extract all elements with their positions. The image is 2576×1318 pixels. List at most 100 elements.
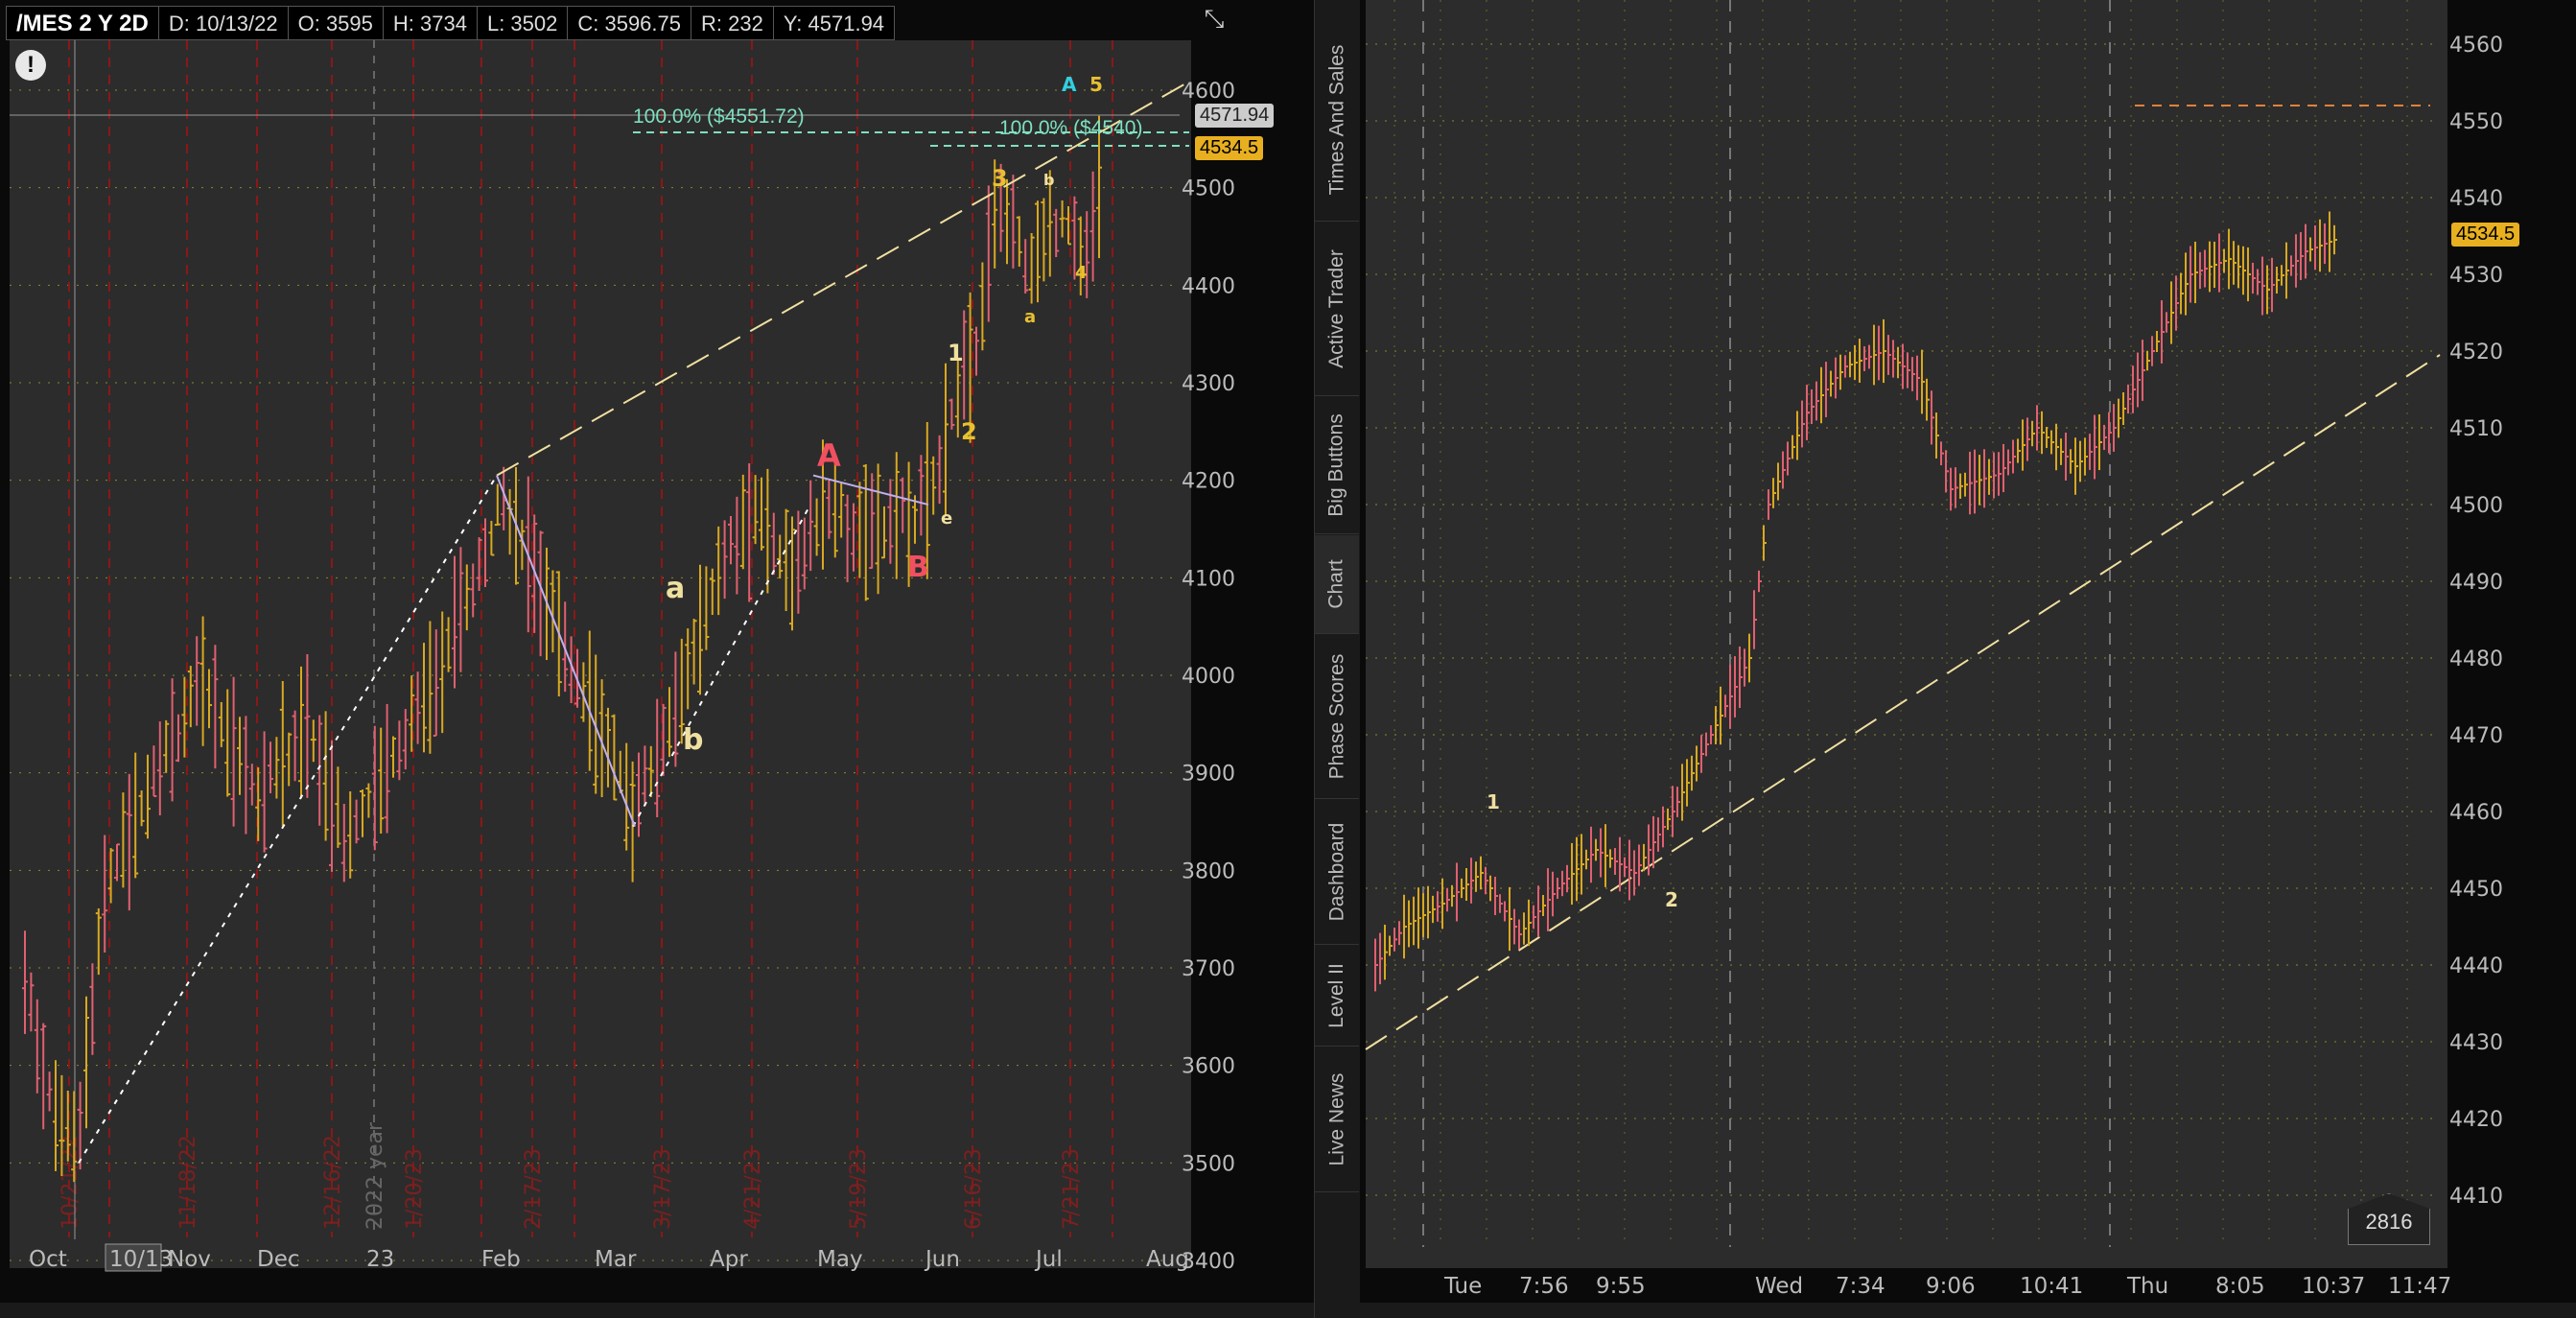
date-mark-label: 7/21/23 [1060,1148,1084,1230]
left-scrollbar[interactable] [0,1303,1314,1318]
right-price-axis-label: 4450 [2449,878,2503,902]
date-mark-label: 4/21/23 [741,1148,765,1230]
time-axis-label: Oct [29,1247,67,1272]
tab-level-ii[interactable]: Level II [1315,946,1359,1047]
right-price-axis-label: 4440 [2449,954,2503,978]
y-readout: Y: 4571.94 [773,6,896,40]
right-time-axis-label: 7:56 [1519,1274,1569,1299]
wave-label-b-big: b [683,723,704,757]
left-price-plot[interactable]: 4600 4500 4400 4300 4200 4100 4000 3900 3800 3700… [10,40,1235,1274]
alert-icon[interactable]: ! [15,50,46,81]
date-mark-label: 12/16/22 [321,1135,345,1230]
fib-label-2: 100.0% ($4540) [999,117,1143,139]
drawing-tools-icon[interactable]: ⤡ [1197,4,1231,38]
right-price-axis-label: 4470 [2449,724,2503,748]
open-readout: O: 3595 [288,6,384,40]
left-chart-panel: /MES 2 Y 2D D: 10/13/22 O: 3595 H: 3734 … [0,0,1314,1318]
date-mark-label: 6/16/23 [962,1148,986,1230]
price-axis-label: 3900 [1182,763,1235,787]
time-axis-label: Jun [924,1247,960,1272]
right-time-axis-label: 10:37 [2302,1274,2365,1299]
wave-label-3: 3 [992,165,1008,192]
right-time-axis-label: Wed [1755,1274,1803,1299]
symbol-label[interactable]: /MES 2 Y 2D [6,6,159,40]
tab-times-and-sales[interactable]: Times And Sales [1315,19,1359,222]
chart-header: /MES 2 Y 2D D: 10/13/22 O: 3595 H: 3734 … [6,6,896,40]
wave-label-b-small: b [1043,171,1055,189]
range-readout: R: 232 [691,6,774,40]
high-readout: H: 3734 [383,6,478,40]
last-price-tag: 4534.5 [1195,136,1264,160]
date-mark-label: 3/17/23 [651,1148,675,1230]
right-price-axis-label: 4560 [2449,34,2503,58]
tab-chart[interactable]: Chart [1315,535,1359,634]
price-axis-label: 4600 [1182,80,1235,104]
right-price-axis-label: 4540 [2449,187,2503,211]
right-price-plot[interactable]: 4560 4550 4540 4530 4520 4510 4500 4490 4480 4470… [1365,0,2503,1299]
tab-active-trader[interactable]: Active Trader [1315,223,1359,396]
side-tab-bar: Times And Sales Active Trader Big Button… [1314,0,1362,1318]
time-axis-label: Feb [481,1247,521,1272]
right-time-axis-label: Tue [1443,1274,1482,1299]
wave-label-a-big: a [666,572,686,605]
price-axis-label: 4300 [1182,372,1235,396]
wave-label-e: e [941,508,953,529]
price-axis-label: 4200 [1182,470,1235,494]
right-time-axis-label: Thu [2126,1274,2168,1299]
time-axis-label: Dec [257,1247,300,1272]
wave-label-A-top: A [1062,73,1077,96]
right-wave-label-2: 2 [1665,888,1678,911]
price-axis-label: 4400 [1182,274,1235,298]
low-readout: L: 3502 [477,6,569,40]
right-time-axis-label: 11:47 [2388,1274,2451,1299]
price-axis-label: 3500 [1182,1152,1235,1176]
tab-big-buttons[interactable]: Big Buttons [1315,397,1359,534]
tab-dashboard[interactable]: Dashboard [1315,800,1359,945]
time-axis-label: 23 [366,1247,394,1272]
wave-label-B-red: B [907,551,929,584]
cursor-price-tag: 4571.94 [1195,104,1275,128]
tab-live-news[interactable]: Live News [1315,1047,1359,1192]
right-wave-label-1: 1 [1487,790,1500,813]
right-price-axis-label: 4430 [2449,1031,2503,1055]
right-price-axis-label: 4550 [2449,110,2503,134]
right-price-axis-label: 4500 [2449,494,2503,518]
close-readout: C: 3596.75 [568,6,691,40]
right-chart-svg: 4560 4550 4540 4530 4520 4510 4500 4490 4480 4470… [1365,0,2503,1299]
right-last-price-tag: 4534.5 [2451,223,2520,247]
wave-label-2: 2 [961,418,977,445]
right-time-axis-label: 9:55 [1596,1274,1646,1299]
wave-line-flat [812,474,929,506]
time-axis-label: Aug [1146,1247,1189,1272]
time-axis-label: Mar [595,1247,637,1272]
right-time-axis-label: 10:41 [2020,1274,2083,1299]
wave-label-4: 4 [1075,263,1088,283]
date-readout: D: 10/13/22 [158,6,289,40]
year-label: 2022 year [363,1121,387,1230]
wave-label-a-small: a [1024,307,1037,327]
inner-channel-line [632,504,811,828]
wave-label-1: 1 [948,340,964,366]
right-trendline [1365,354,2441,1050]
time-axis-label: May [817,1247,863,1272]
wave-line-down [496,475,636,827]
date-mark-label: 11/18/22 [176,1135,200,1230]
price-axis-label: 4100 [1182,567,1235,591]
wave-label-5: 5 [1089,73,1103,96]
wave-label-A-red: A [817,437,841,474]
price-axis-label: 3800 [1182,859,1235,883]
left-chart-svg: 4600 4500 4400 4300 4200 4100 4000 3900 3800 3700… [10,40,1235,1274]
time-axis-label: Nov [168,1247,211,1272]
right-price-axis-label: 4410 [2449,1185,2503,1209]
date-mark-label: 2/17/23 [522,1148,546,1230]
tab-phase-scores[interactable]: Phase Scores [1315,635,1359,799]
date-mark-label: 1/20/23 [403,1148,427,1230]
right-price-axis-label: 4460 [2449,801,2503,825]
time-axis-label: Jul [1034,1247,1063,1272]
right-scrollbar[interactable] [1360,1303,2576,1318]
right-price-axis-label: 4510 [2449,417,2503,441]
price-axis-label: 4500 [1182,177,1235,201]
right-price-axis-label: 4480 [2449,647,2503,671]
date-mark-label: 5/19/23 [847,1148,871,1230]
price-axis-label: 3400 [1182,1250,1235,1274]
